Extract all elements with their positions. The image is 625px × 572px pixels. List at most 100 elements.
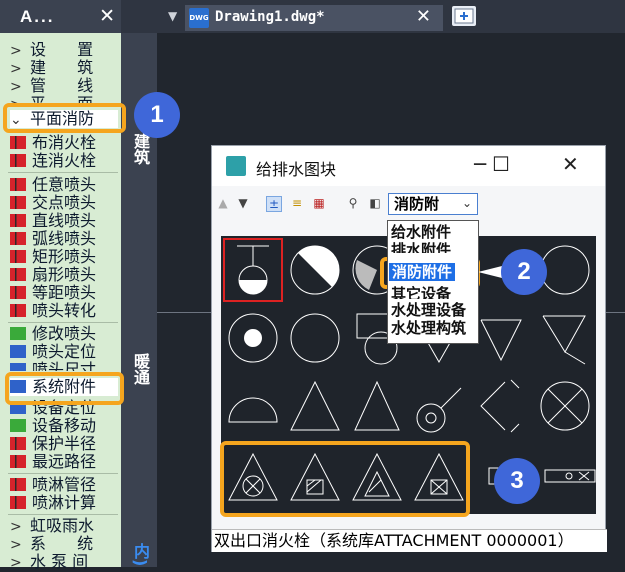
sprinkler-convert-icon bbox=[10, 304, 26, 317]
dialog-title: 给排水图块 bbox=[256, 160, 337, 179]
divider bbox=[8, 514, 118, 515]
block-cell[interactable] bbox=[471, 374, 531, 438]
dialog-toolbar: ▲ ▼ ± ≡ ▦ ⚲ ◧ 消防附 ⌄ bbox=[212, 190, 605, 220]
vtab-hvac[interactable]: 暖通 bbox=[128, 353, 152, 385]
block-cell[interactable] bbox=[285, 238, 345, 302]
locate-icon bbox=[10, 345, 26, 358]
sprinkler-grid-icon bbox=[10, 196, 26, 209]
block-cell[interactable] bbox=[223, 306, 283, 370]
sprinkler-icon bbox=[10, 178, 26, 191]
arrow-down-icon[interactable]: ▼ bbox=[236, 196, 250, 210]
sprinkler-rect-icon bbox=[10, 250, 26, 263]
palette-item-rect-sprinkler[interactable]: 矩形喷头 bbox=[10, 248, 118, 266]
palette-title: A... bbox=[20, 7, 55, 26]
category-dropdown-list: 给水附件 排水附件 消防附件 其它设备 水处理设备 水处理构筑 bbox=[387, 220, 479, 344]
hydrant-connect-icon bbox=[10, 154, 26, 167]
palette-item-pipeline[interactable]: > 管 线 bbox=[10, 77, 118, 96]
block-cell[interactable] bbox=[223, 374, 283, 438]
status-bar: 双出口消火栓（系统库ATTACHMENT 0000001） bbox=[212, 529, 607, 552]
dropdown-option[interactable]: 排水附件 bbox=[391, 241, 451, 253]
edit-icon bbox=[10, 327, 26, 340]
zoom-icon[interactable]: ⚲ bbox=[346, 196, 360, 210]
dropdown-option-selected[interactable]: 消防附件 bbox=[389, 263, 456, 281]
block-cell[interactable] bbox=[223, 238, 283, 302]
palette-item-convert-sprinkler[interactable]: 喷头转化 bbox=[10, 302, 118, 320]
block-cell[interactable] bbox=[409, 374, 469, 438]
tab-drawing1[interactable]: DWG Drawing1.dwg* ✕ bbox=[185, 5, 443, 31]
radius-icon bbox=[10, 437, 26, 450]
dropdown-option[interactable]: 水处理设备 bbox=[391, 301, 466, 319]
close-icon[interactable]: ✕ bbox=[562, 152, 579, 176]
palette-item-system[interactable]: > 系 统 bbox=[10, 535, 118, 554]
arrow-up-icon[interactable]: ▲ bbox=[216, 196, 230, 210]
palette-item-pump-room[interactable]: > 水 泵 间 bbox=[10, 553, 118, 572]
palette-item-equipment-move[interactable]: 设备移动 bbox=[10, 417, 118, 435]
chevron-right-icon: > bbox=[10, 43, 22, 59]
pipe-size-icon bbox=[10, 478, 26, 491]
dropdown-option[interactable]: 其它设备 bbox=[391, 285, 451, 299]
palette-item-place-hydrant[interactable]: 布消火栓 bbox=[10, 134, 118, 152]
hydrant-icon bbox=[10, 136, 26, 149]
block-cell[interactable] bbox=[471, 306, 531, 370]
tab-close-icon[interactable]: ✕ bbox=[416, 6, 431, 27]
properties-icon[interactable]: ◧ bbox=[368, 196, 382, 210]
highlight-system-attachment bbox=[5, 372, 124, 405]
blocks-icon[interactable]: ▦ bbox=[312, 196, 326, 210]
block-cell[interactable] bbox=[535, 374, 595, 438]
app-icon bbox=[226, 156, 246, 176]
palette-item-connect-hydrant[interactable]: 连消火栓 bbox=[10, 152, 118, 170]
callout-badge-1: 1 bbox=[134, 92, 180, 138]
palette-item-any-sprinkler[interactable]: 任意喷头 bbox=[10, 176, 118, 194]
palette-item-line-sprinkler[interactable]: 直线喷头 bbox=[10, 212, 118, 230]
divider bbox=[8, 172, 118, 173]
palette-item-siphon-rain[interactable]: > 虹吸雨水 bbox=[10, 517, 118, 536]
chevron-right-icon: > bbox=[10, 555, 22, 571]
dialog-title-bar: 给排水图块 ─ ☐ ✕ bbox=[212, 146, 605, 186]
size-icon bbox=[10, 363, 26, 371]
block-cell[interactable] bbox=[285, 306, 345, 370]
chevron-right-icon: > bbox=[10, 79, 22, 95]
dwg-file-icon: DWG bbox=[189, 8, 209, 28]
palette-item-equidistant-sprinkler[interactable]: 等距喷头 bbox=[10, 284, 118, 302]
minimize-icon[interactable]: ─ bbox=[474, 152, 486, 176]
dropdown-option[interactable]: 给水附件 bbox=[391, 223, 451, 241]
new-tab-button[interactable] bbox=[452, 6, 476, 26]
align-icon[interactable]: ± bbox=[266, 196, 282, 212]
palette-close-icon[interactable]: ✕ bbox=[99, 5, 115, 28]
palette-item-settings[interactable]: > 设 置 bbox=[10, 41, 118, 60]
sprinkler-arc-icon bbox=[10, 232, 26, 245]
category-select[interactable]: 消防附 ⌄ bbox=[388, 193, 478, 215]
palette-item-sector-sprinkler[interactable]: 扇形喷头 bbox=[10, 266, 118, 284]
palette-title-bar: A... ✕ bbox=[0, 0, 121, 33]
block-cell[interactable] bbox=[285, 374, 345, 438]
move-icon bbox=[10, 419, 26, 432]
chevron-right-icon: > bbox=[10, 537, 22, 553]
divider bbox=[8, 322, 118, 323]
palette-item-arc-sprinkler[interactable]: 弧线喷头 bbox=[10, 230, 118, 248]
palette-item-modify-sprinkler[interactable]: 修改喷头 bbox=[10, 325, 118, 343]
palette-item-sprinkler-calc[interactable]: 喷淋计算 bbox=[10, 494, 118, 512]
palette-item-protection-radius[interactable]: 保护半径 bbox=[10, 435, 118, 453]
callout-badge-2: 2 bbox=[501, 249, 547, 295]
layers-icon[interactable]: ≡ bbox=[290, 196, 304, 210]
palette-item-locate-sprinkler[interactable]: 喷头定位 bbox=[10, 343, 118, 361]
chevron-right-icon: > bbox=[10, 61, 22, 77]
block-cell[interactable] bbox=[347, 374, 407, 438]
block-cell[interactable] bbox=[535, 306, 595, 370]
maximize-icon[interactable]: ☐ bbox=[492, 152, 510, 176]
palette-item-building[interactable]: > 建 筑 bbox=[10, 59, 118, 78]
palette-item-sprinkler-size[interactable]: 喷头尺寸 bbox=[10, 361, 118, 371]
highlight-block-row bbox=[220, 441, 470, 517]
vtab-other[interactable]: 内) bbox=[128, 543, 152, 566]
block-cell[interactable] bbox=[541, 444, 601, 508]
palette-item-sprinkler-pipe-size[interactable]: 喷淋管径 bbox=[10, 476, 118, 494]
chevron-down-icon: ⌄ bbox=[461, 196, 472, 210]
vtab-building[interactable]: 建筑 bbox=[128, 133, 152, 165]
tab-title: Drawing1.dwg* bbox=[215, 9, 325, 25]
tab-list-dropdown-icon[interactable]: ▼ bbox=[168, 9, 177, 23]
divider bbox=[8, 473, 118, 474]
dropdown-option[interactable]: 水处理构筑 bbox=[391, 319, 466, 337]
palette-item-intersection-sprinkler[interactable]: 交点喷头 bbox=[10, 194, 118, 212]
highlight-fire-plan bbox=[3, 103, 126, 133]
palette-item-farthest-path[interactable]: 最远路径 bbox=[10, 453, 118, 471]
